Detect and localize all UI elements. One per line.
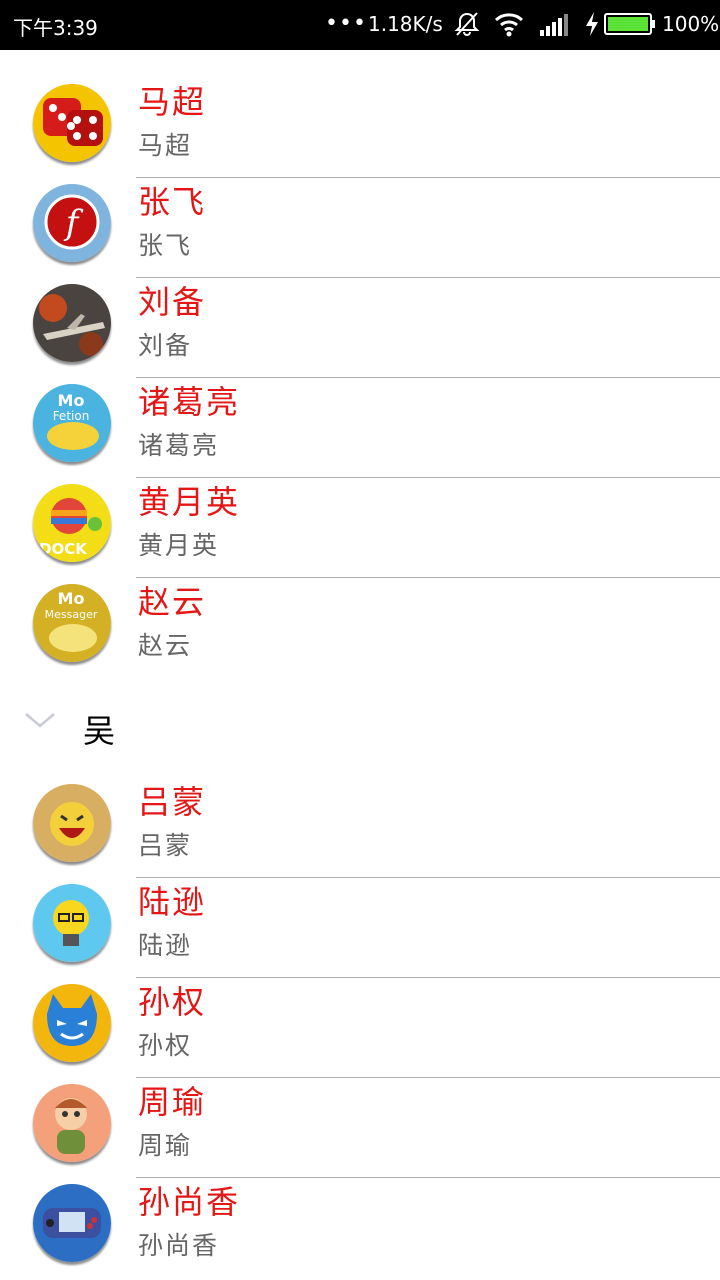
contact-subtitle: 吕蒙 (138, 831, 193, 860)
contact-item[interactable]: f 张飞 张飞 (0, 178, 720, 278)
contact-name: 张飞 (138, 183, 207, 221)
contact-name: 马超 (138, 83, 207, 121)
contact-item[interactable]: 刘备 刘备 (0, 278, 720, 378)
blue-mask-icon (33, 984, 111, 1062)
flash-icon: f (33, 184, 111, 262)
lightbulb-icon (33, 884, 111, 962)
contact-name: 孙权 (138, 983, 207, 1021)
mo-fetion-icon: Mo Fetion (33, 384, 111, 462)
contact-name: 周瑜 (138, 1083, 207, 1121)
contact-subtitle: 马超 (138, 131, 193, 160)
contact-item[interactable]: DOCK 黄月英 黄月英 (0, 478, 720, 578)
battery-percent: 100% (662, 12, 720, 36)
charging-bolt-icon (584, 10, 600, 42)
group-header-wu[interactable]: 吴 (0, 700, 720, 760)
chevron-down-icon (24, 710, 56, 734)
contact-item[interactable]: 周瑜 周瑜 (0, 1078, 720, 1178)
signal-icon (538, 10, 572, 42)
contact-name: 赵云 (138, 583, 207, 621)
dock-icon: DOCK (33, 484, 111, 562)
contact-subtitle: 黄月英 (138, 531, 220, 560)
contact-item[interactable]: 孙尚香 孙尚香 (0, 1178, 720, 1278)
contact-subtitle: 诸葛亮 (138, 431, 220, 460)
jet-icon (33, 284, 111, 362)
mute-bell-icon (453, 10, 481, 42)
group-title: 吴 (83, 712, 116, 750)
contact-item[interactable]: 陆逊 陆逊 (0, 878, 720, 978)
status-bar: 下午3:39 ••• 1.18K/s 100% (0, 0, 720, 50)
contact-item[interactable]: 孙权 孙权 (0, 978, 720, 1078)
svg-text:Mo: Mo (58, 391, 85, 410)
gameboy-icon (33, 1184, 111, 1262)
contact-item[interactable]: 马超 马超 (0, 78, 720, 178)
contact-subtitle: 孙尚香 (138, 1231, 220, 1260)
svg-text:Messager: Messager (45, 608, 98, 621)
dice-icon (33, 84, 111, 162)
laughing-face-icon (33, 784, 111, 862)
more-notifications-icon: ••• (325, 11, 367, 36)
contact-subtitle: 刘备 (138, 331, 193, 360)
contact-name: 黄月英 (138, 483, 241, 521)
mo-messager-icon: Mo Messager (33, 584, 111, 662)
contact-subtitle: 周瑜 (138, 1131, 193, 1160)
contact-name: 陆逊 (138, 883, 207, 921)
contact-subtitle: 孙权 (138, 1031, 193, 1060)
svg-text:DOCK: DOCK (39, 540, 88, 558)
svg-text:Mo: Mo (58, 589, 85, 608)
battery-icon (604, 13, 652, 35)
cartoon-kid-icon (33, 1084, 111, 1162)
contact-item[interactable]: Mo Messager 赵云 赵云 (0, 578, 720, 678)
battery-level-fill (608, 17, 648, 31)
status-time: 下午3:39 (13, 16, 98, 40)
contact-subtitle: 陆逊 (138, 931, 193, 960)
contact-item[interactable]: 吕蒙 吕蒙 (0, 778, 720, 878)
wifi-icon (494, 10, 524, 42)
contact-name: 诸葛亮 (138, 383, 241, 421)
contact-subtitle: 赵云 (138, 631, 193, 660)
contact-subtitle: 张飞 (138, 231, 193, 260)
contact-name: 刘备 (138, 283, 207, 321)
battery-tip (652, 20, 655, 28)
network-speed: 1.18K/s (368, 12, 443, 36)
contact-item[interactable]: Mo Fetion 诸葛亮 诸葛亮 (0, 378, 720, 478)
contact-name: 吕蒙 (138, 783, 207, 821)
svg-text:Fetion: Fetion (53, 409, 90, 423)
contact-name: 孙尚香 (138, 1183, 241, 1221)
